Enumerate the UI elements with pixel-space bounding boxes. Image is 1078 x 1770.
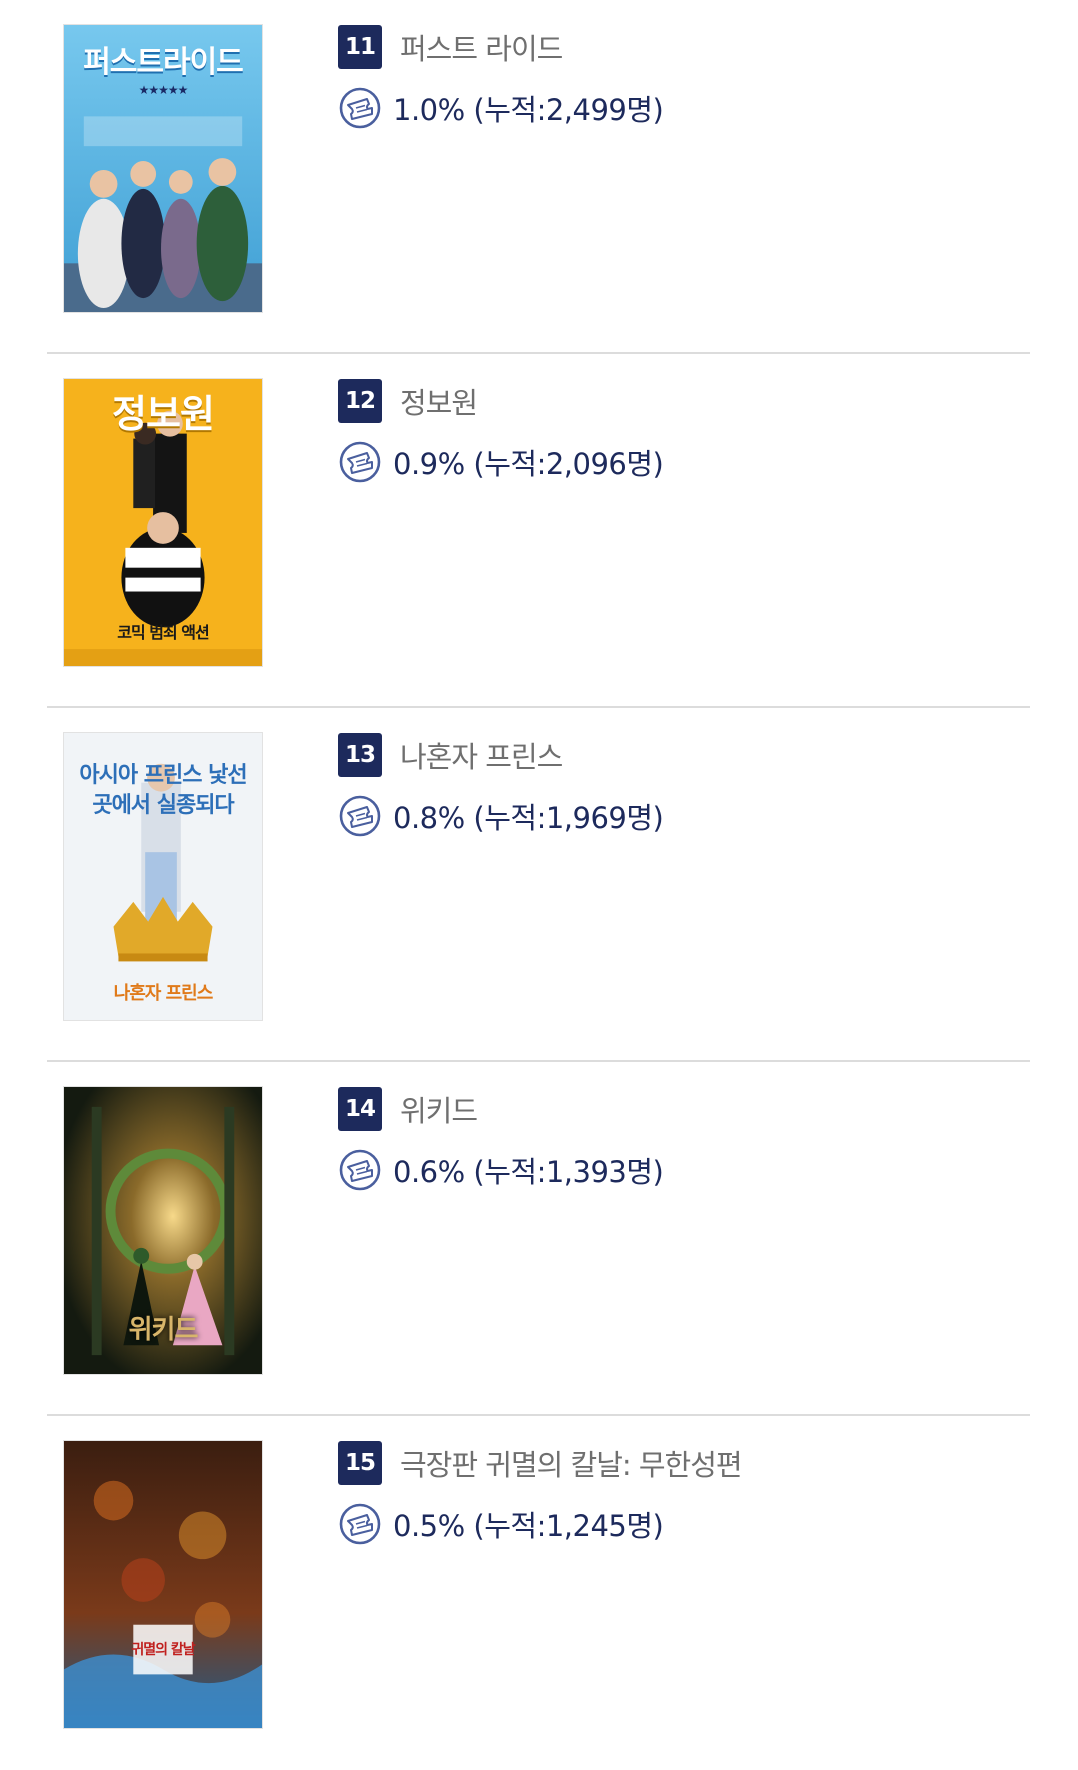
ticket-icon xyxy=(339,1149,381,1191)
audience-share: 0.8% (누적:1,969명) xyxy=(393,801,664,835)
rank-badge: 15 xyxy=(338,1441,382,1485)
movie-title[interactable]: 위키드 xyxy=(400,1088,478,1130)
ticket-icon xyxy=(339,441,381,483)
audience-share: 0.6% (누적:1,393명) xyxy=(393,1155,664,1189)
movie-info: 12 정보원 0.9% (누적:2,096명) xyxy=(338,378,664,484)
movie-title[interactable]: 퍼스트 라이드 xyxy=(400,26,563,68)
movie-item[interactable]: 위키드 14 위키드 0.6% (누적:1,393명) xyxy=(47,1062,1030,1416)
audience-share: 1.0% (누적:2,499명) xyxy=(393,93,664,127)
movie-item[interactable]: 정보원 코믹 범죄 액션 12 정보원 0.9% (누적:2,096명) xyxy=(47,354,1030,708)
rank-badge: 13 xyxy=(338,733,382,777)
movie-title[interactable]: 극장판 귀멸의 칼날: 무한성편 xyxy=(400,1442,743,1484)
movie-info: 11 퍼스트 라이드 1.0% (누적:2,499명) xyxy=(338,24,664,130)
movie-item[interactable]: 퍼스트라이드 ★★★★★ 11 퍼스트 라이드 1.0% (누적:2,499명) xyxy=(47,0,1030,354)
movie-info: 14 위키드 0.6% (누적:1,393명) xyxy=(338,1086,664,1192)
movie-poster[interactable]: 위키드 xyxy=(63,1086,263,1375)
audience-share: 0.5% (누적:1,245명) xyxy=(393,1509,664,1543)
poster-tagline: 나혼자 프린스 xyxy=(113,983,214,1004)
movie-title[interactable]: 나혼자 프린스 xyxy=(400,734,563,776)
poster-tagline: 코믹 범죄 액션 xyxy=(117,623,209,642)
movie-poster[interactable]: 아시아 프린스 낯선 곳에서 실종되다 나혼자 프린스 xyxy=(63,732,263,1021)
poster-headline: 귀멸의 칼날 xyxy=(131,1642,195,1658)
ticket-icon xyxy=(339,795,381,837)
movie-title[interactable]: 정보원 xyxy=(400,380,478,422)
movie-info: 15 극장판 귀멸의 칼날: 무한성편 0.5% (누적:1,245명) xyxy=(338,1440,743,1546)
poster-headline: 퍼스트라이드 xyxy=(83,45,244,80)
poster-tagline: ★★★★★ xyxy=(138,83,189,97)
ticket-icon xyxy=(339,87,381,129)
rank-badge: 11 xyxy=(338,25,382,69)
rank-badge: 12 xyxy=(338,379,382,423)
movie-poster[interactable]: 정보원 코믹 범죄 액션 xyxy=(63,378,263,667)
movie-poster[interactable]: 퍼스트라이드 ★★★★★ xyxy=(63,24,263,313)
ticket-icon xyxy=(339,1503,381,1545)
movie-item[interactable]: 아시아 프린스 낯선 곳에서 실종되다 나혼자 프린스 13 나혼자 프린스 0… xyxy=(47,708,1030,1062)
movie-poster[interactable]: 귀멸의 칼날 xyxy=(63,1440,263,1729)
box-office-list: 퍼스트라이드 ★★★★★ 11 퍼스트 라이드 1.0% (누적:2,499명) xyxy=(47,0,1030,1770)
movie-info: 13 나혼자 프린스 0.8% (누적:1,969명) xyxy=(338,732,664,838)
audience-share: 0.9% (누적:2,096명) xyxy=(393,447,664,481)
poster-headline: 정보원 xyxy=(112,392,215,436)
poster-headline: 위키드 xyxy=(128,1315,199,1345)
movie-item[interactable]: 귀멸의 칼날 15 극장판 귀멸의 칼날: 무한성편 0.5% (누적:1,24… xyxy=(47,1416,1030,1770)
poster-headline: 아시아 프린스 낯선 곳에서 실종되다 xyxy=(79,763,247,818)
rank-badge: 14 xyxy=(338,1087,382,1131)
